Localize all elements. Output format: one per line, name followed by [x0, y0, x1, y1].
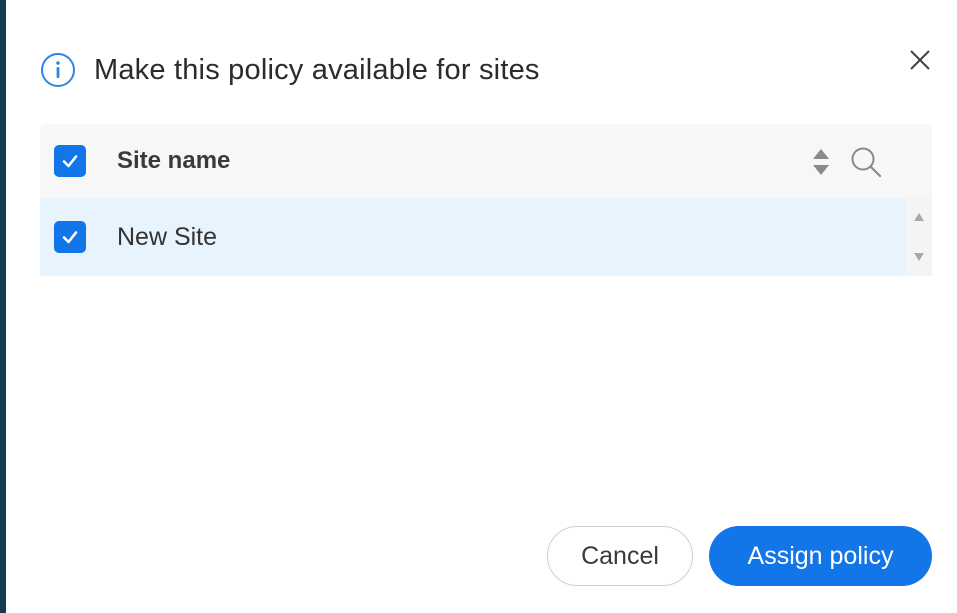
search-icon[interactable]	[848, 144, 884, 180]
cancel-button[interactable]: Cancel	[547, 526, 693, 586]
site-name-cell: New Site	[117, 223, 218, 251]
sort-icon[interactable]	[808, 147, 834, 177]
dialog-header: Make this policy available for sites	[40, 48, 540, 92]
scroll-down-arrow-icon[interactable]	[913, 252, 925, 262]
checkmark-icon	[62, 231, 78, 244]
sites-table: Site name New Site	[40, 124, 932, 276]
table-row[interactable]: New Site	[40, 198, 906, 276]
table-scrollbar[interactable]	[906, 198, 932, 276]
select-all-checkbox[interactable]	[54, 145, 86, 177]
checkmark-icon	[62, 155, 78, 168]
dialog-title: Make this policy available for sites	[94, 53, 540, 86]
table-header: Site name	[40, 124, 932, 198]
close-button[interactable]	[904, 44, 936, 76]
column-header-site-name[interactable]: Site name	[117, 124, 230, 198]
row-checkbox[interactable]	[54, 221, 86, 253]
info-circle-icon	[40, 52, 76, 88]
assign-policy-dialog: Make this policy available for sites Sit…	[6, 0, 957, 613]
assign-policy-button[interactable]: Assign policy	[709, 526, 932, 586]
scroll-up-arrow-icon[interactable]	[913, 212, 925, 222]
close-icon	[910, 50, 930, 70]
